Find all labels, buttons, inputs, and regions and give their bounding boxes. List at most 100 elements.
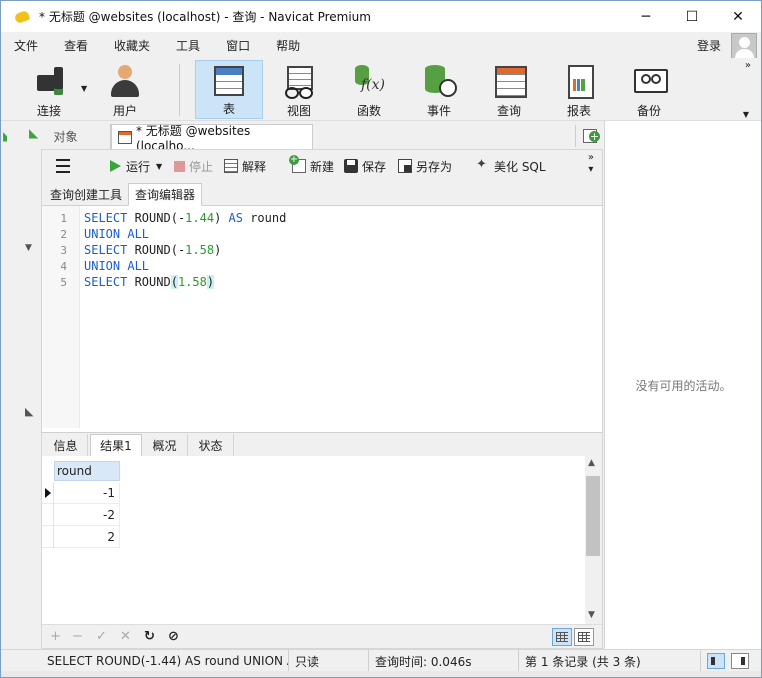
code-line[interactable]: SELECT ROUND(-1.58) [84, 243, 221, 259]
beautify-icon [476, 157, 490, 173]
function-label: 函数 [356, 104, 381, 118]
avatar-icon[interactable] [731, 33, 757, 59]
menu-file[interactable]: 文件 [1, 37, 51, 54]
play-icon [108, 159, 122, 173]
table-button[interactable]: 表 [195, 60, 263, 119]
scroll-up-icon[interactable]: ▲ [588, 458, 595, 468]
tab-objects[interactable]: 对象 [21, 124, 111, 149]
code-token: ( [170, 275, 178, 289]
tab-status-label: 状态 [198, 439, 223, 453]
toolbar-collapse-icon[interactable]: ▼ [743, 110, 749, 119]
vertical-scrollbar[interactable]: ▲ ▼ [585, 456, 602, 624]
menu-tools[interactable]: 工具 [163, 37, 213, 54]
stop-loading-icon[interactable]: ⊘ [168, 629, 179, 644]
tab-query-editor[interactable]: 查询编辑器 [128, 183, 203, 206]
main-toolbar: 连接 ▼ 用户 表 视图 函数 事件 查询 报表 [1, 58, 761, 121]
code-line[interactable]: SELECT ROUND(-1.44) AS round [84, 211, 286, 227]
toggle-right-pane-icon[interactable] [731, 653, 749, 669]
login-link[interactable]: 登录 [697, 37, 721, 54]
toolbar-overflow-icon[interactable]: » [745, 60, 751, 71]
query-button[interactable]: 查询 [475, 60, 543, 119]
table-row[interactable]: -1 [42, 482, 120, 504]
form-view-icon[interactable] [574, 628, 594, 646]
report-button[interactable]: 报表 [545, 60, 613, 119]
code-token: SELECT [84, 243, 128, 257]
save-as-button[interactable]: 另存为 [398, 157, 452, 175]
navicat-logo-icon [15, 10, 33, 24]
table-cell[interactable]: 2 [54, 526, 120, 548]
query-toolbar-overflow-icon[interactable]: » ▾ [588, 152, 594, 176]
backup-button[interactable]: 备份 [615, 60, 683, 119]
tab-query[interactable]: * 无标题 @websites (localho... [111, 124, 313, 153]
title-bar: * 无标题 @websites (localhost) - 查询 - Navic… [1, 1, 761, 32]
table-cell[interactable]: -2 [54, 504, 120, 526]
status-record-info: 第 1 条记录 (共 3 条) [519, 650, 701, 672]
code-line[interactable]: SELECT ROUND(1.58) [84, 275, 215, 291]
run-label: 运行 [126, 159, 151, 174]
explain-button[interactable]: 解释 [224, 157, 266, 175]
view-icon [281, 63, 317, 99]
query-icon [491, 63, 527, 98]
menu-favorites[interactable]: 收藏夹 [101, 37, 163, 54]
delete-record-icon[interactable]: − [72, 629, 83, 644]
no-activity-text: 没有可用的活动。 [635, 379, 732, 393]
beautify-sql-button[interactable]: 美化 SQL [476, 157, 546, 175]
sql-editor[interactable]: 1 2 3 4 5 SELECT ROUND(-1.44) AS round UN… [42, 206, 602, 428]
tab-query-builder[interactable]: 查询创建工具 [44, 183, 128, 206]
report-label: 报表 [566, 104, 591, 118]
scrollbar-thumb[interactable] [586, 476, 600, 556]
column-header[interactable]: round [54, 461, 120, 481]
tab-info[interactable]: 信息 [44, 434, 88, 457]
collapse-pane-icon[interactable]: ▼ [25, 243, 32, 253]
function-button[interactable]: 函数 [335, 60, 403, 119]
run-button[interactable]: 运行 ▼ [108, 157, 162, 175]
maximize-icon: ☐ [685, 8, 699, 25]
window-title: * 无标题 @websites (localhost) - 查询 - Navic… [39, 10, 371, 24]
close-button[interactable]: ✕ [715, 1, 761, 32]
tab-profile[interactable]: 概况 [142, 434, 188, 457]
code-line[interactable]: UNION ALL [84, 227, 149, 243]
menu-view[interactable]: 查看 [51, 37, 101, 54]
table-row[interactable]: -2 [42, 504, 120, 526]
grid-view-icon[interactable] [552, 628, 572, 646]
line-number: 3 [60, 244, 67, 257]
refresh-icon[interactable]: ↻ [144, 629, 155, 644]
user-button[interactable]: 用户 [91, 60, 159, 119]
background-edge [1, 671, 761, 677]
tab-status[interactable]: 状态 [188, 434, 234, 457]
tab-result-1[interactable]: 结果1 [90, 434, 142, 457]
pane-resize-icon[interactable]: ◣ [25, 405, 33, 418]
stop-button[interactable]: 停止 [174, 157, 213, 175]
event-button[interactable]: 事件 [405, 60, 473, 119]
menu-window[interactable]: 窗口 [213, 37, 263, 54]
new-query-button[interactable]: 新建 [289, 155, 334, 175]
backup-label: 备份 [636, 104, 661, 118]
menu-button[interactable] [56, 157, 74, 175]
new-tab-button[interactable] [575, 125, 603, 147]
minimize-button[interactable]: ─ [623, 1, 669, 32]
user-label: 用户 [112, 104, 137, 118]
line-number-gutter: 1 2 3 4 5 [42, 206, 80, 428]
menu-help[interactable]: 帮助 [263, 37, 313, 54]
add-record-icon[interactable]: + [50, 629, 61, 644]
code-token: (- [170, 243, 186, 257]
window-controls: ─ ☐ ✕ [623, 1, 761, 32]
code-line[interactable]: UNION ALL [84, 259, 149, 275]
tab-info-label: 信息 [53, 439, 78, 453]
connection-button[interactable]: 连接 [15, 60, 83, 119]
apply-icon[interactable]: ✓ [96, 629, 107, 644]
toggle-left-pane-icon[interactable] [707, 653, 725, 669]
status-bar: SELECT ROUND(-1.44) AS round UNION ALL 只… [1, 649, 761, 672]
save-icon [344, 159, 358, 173]
tab-result-label: 结果1 [100, 439, 132, 453]
run-dropdown-icon[interactable]: ▼ [156, 162, 162, 171]
table-icon [214, 66, 244, 96]
scroll-down-icon[interactable]: ▼ [588, 610, 595, 620]
table-cell[interactable]: -1 [54, 482, 120, 504]
save-button[interactable]: 保存 [344, 157, 386, 175]
table-row[interactable]: 2 [42, 526, 120, 548]
maximize-button[interactable]: ☐ [669, 1, 715, 32]
view-button[interactable]: 视图 [265, 60, 333, 119]
discard-icon[interactable]: ✕ [120, 629, 131, 644]
connection-dropdown-icon[interactable]: ▼ [81, 84, 87, 93]
